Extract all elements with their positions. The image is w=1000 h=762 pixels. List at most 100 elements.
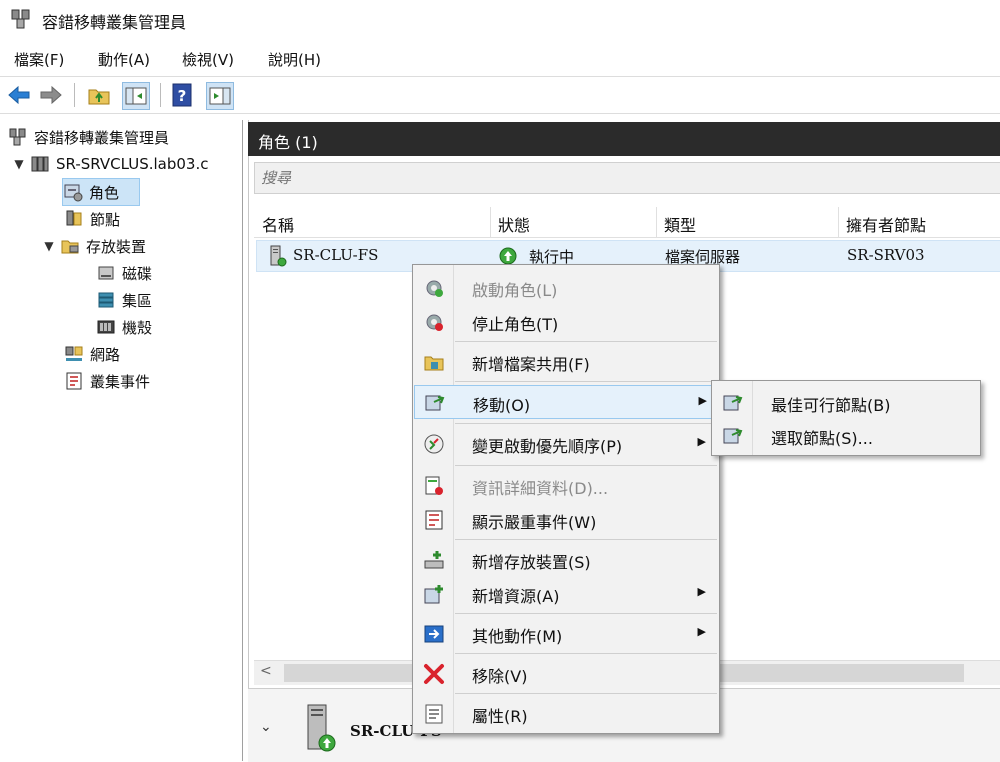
help-icon[interactable]: ? [170, 82, 196, 108]
tree-cluster-label: SR-SRVCLUS.lab03.c [56, 155, 209, 173]
tree-item-storage-label: 存放裝置 [86, 237, 147, 256]
nodes-icon [66, 210, 82, 226]
up-folder-icon[interactable] [86, 82, 112, 108]
menu-change-priority-label: 變更啟動優先順序(P) [472, 437, 623, 456]
move-icon [723, 428, 743, 444]
tree-item-storage[interactable]: ▼ 存放裝置 [42, 233, 146, 259]
chevron-down-icon[interactable]: ⌄ [260, 719, 272, 735]
menu-action[interactable]: 動作(A) [98, 49, 150, 70]
navigation-tree: 容錯移轉叢集管理員 ▼ SR-SRVCLUS.lab03.c 角色 節點 ▼ 存… [0, 120, 243, 761]
move-submenu: 最佳可行節點(B) 選取節點(S)... [711, 380, 981, 456]
pool-icon [98, 292, 114, 308]
chevron-down-icon[interactable]: ▼ [42, 239, 56, 253]
tree-item-nodes-label: 節點 [90, 210, 121, 229]
menu-view[interactable]: 檢視(V) [182, 49, 234, 70]
file-server-icon [307, 704, 336, 752]
col-type[interactable]: 類型 [664, 212, 696, 236]
properties-icon [425, 704, 443, 724]
submenu-arrow-icon: ▶ [697, 435, 706, 448]
menu-more-actions[interactable]: 其他動作(M) ▶ [414, 617, 718, 649]
menu-properties[interactable]: 屬性(R) [414, 697, 718, 729]
scroll-left-icon[interactable]: < [260, 663, 272, 679]
menu-bar: 檔案(F) 動作(A) 檢視(V) 說明(H) [0, 44, 1000, 74]
menu-add-resource-label: 新增資源(A) [472, 587, 560, 606]
move-icon [425, 395, 445, 411]
storage-folder-icon [61, 240, 79, 254]
chevron-down-icon[interactable]: ▼ [12, 157, 26, 171]
svg-text:?: ? [178, 87, 187, 105]
tree-root-label: 容錯移轉叢集管理員 [34, 128, 170, 147]
menu-add-storage[interactable]: 新增存放裝置(S) [414, 543, 718, 575]
menu-start-role-label: 啟動角色(L) [472, 281, 558, 300]
tree-item-events[interactable]: 叢集事件 [64, 368, 150, 394]
col-name[interactable]: 名稱 [262, 212, 294, 236]
submenu-select-node[interactable]: 選取節點(S)... [713, 419, 979, 451]
cluster-icon [31, 156, 49, 172]
menu-remove-label: 移除(V) [472, 667, 528, 686]
tree-root[interactable]: 容錯移轉叢集管理員 [8, 124, 169, 150]
tree-item-events-label: 叢集事件 [90, 372, 151, 391]
tree-item-disks-label: 磁碟 [122, 264, 153, 283]
row-owner: SR-SRV03 [847, 246, 925, 264]
submenu-arrow-icon: ▶ [697, 625, 706, 638]
remove-x-icon [424, 664, 444, 684]
pane-header: 角色 (1) [248, 122, 1000, 156]
tree-item-nodes[interactable]: 節點 [64, 206, 120, 232]
add-storage-icon [424, 551, 444, 569]
cluster-manager-icon [9, 128, 26, 146]
menu-start-role[interactable]: 啟動角色(L) [414, 271, 718, 303]
submenu-best-node[interactable]: 最佳可行節點(B) [713, 386, 979, 418]
add-resource-icon [424, 585, 443, 604]
menu-change-priority[interactable]: 變更啟動優先順序(P) ▶ [414, 427, 718, 459]
event-log-icon [66, 372, 82, 390]
pane-title: 角色 (1) [258, 133, 318, 152]
show-hide-action-pane-icon[interactable] [206, 82, 234, 110]
tree-item-enclosures[interactable]: 機殼 [96, 314, 152, 340]
submenu-arrow-icon: ▶ [698, 394, 707, 407]
tree-item-roles[interactable]: 角色 [62, 178, 140, 206]
tree-item-pools[interactable]: 集區 [96, 287, 152, 313]
forward-arrow-icon[interactable] [38, 82, 64, 108]
submenu-select-node-label: 選取節點(S)... [771, 429, 873, 448]
show-hide-tree-icon[interactable] [122, 82, 150, 110]
roles-icon [64, 184, 83, 202]
more-actions-icon [424, 625, 444, 643]
stop-gear-icon [426, 314, 443, 331]
menu-show-critical-events[interactable]: 顯示嚴重事件(W) [414, 503, 718, 535]
menu-file[interactable]: 檔案(F) [14, 49, 64, 70]
enclosure-icon [97, 320, 115, 334]
start-gear-icon [426, 280, 443, 297]
title-bar: 容錯移轉叢集管理員 [0, 0, 1000, 40]
menu-info-details[interactable]: 資訊詳細資料(D)... [414, 469, 718, 501]
menu-move[interactable]: 移動(O) ▶ [414, 385, 720, 419]
tree-item-networks[interactable]: 網路 [64, 341, 120, 367]
menu-add-resource[interactable]: 新增資源(A) ▶ [414, 577, 718, 609]
menu-move-label: 移動(O) [473, 396, 531, 415]
tree-cluster[interactable]: ▼ SR-SRVCLUS.lab03.c [12, 151, 208, 177]
disk-icon [98, 266, 114, 280]
file-server-icon [270, 245, 287, 267]
menu-more-actions-label: 其他動作(M) [472, 627, 563, 646]
window-title: 容錯移轉叢集管理員 [42, 13, 187, 32]
info-details-icon [425, 476, 443, 495]
tree-item-enclosures-label: 機殼 [122, 318, 153, 337]
priority-icon [424, 434, 444, 454]
tree-item-networks-label: 網路 [90, 345, 121, 364]
menu-add-file-share[interactable]: 新增檔案共用(F) [414, 345, 718, 377]
menu-help[interactable]: 說明(H) [268, 49, 321, 70]
search-box[interactable] [254, 162, 1000, 194]
submenu-best-node-label: 最佳可行節點(B) [771, 396, 891, 415]
submenu-arrow-icon: ▶ [697, 585, 706, 598]
tree-item-roles-label: 角色 [89, 183, 120, 202]
menu-add-file-share-label: 新增檔案共用(F) [472, 355, 590, 374]
search-input[interactable] [255, 163, 863, 193]
running-status-icon [499, 247, 517, 265]
col-owner[interactable]: 擁有者節點 [846, 212, 926, 236]
menu-stop-role[interactable]: 停止角色(T) [414, 305, 718, 337]
event-log-icon [425, 510, 443, 530]
menu-remove[interactable]: 移除(V) [414, 657, 718, 689]
tree-item-disks[interactable]: 磁碟 [96, 260, 152, 286]
back-arrow-icon[interactable] [6, 82, 32, 108]
context-menu: 啟動角色(L) 停止角色(T) 新增檔案共用(F) 移動(O) ▶ 變更啟動優先… [412, 264, 720, 734]
col-status[interactable]: 狀態 [498, 212, 530, 236]
